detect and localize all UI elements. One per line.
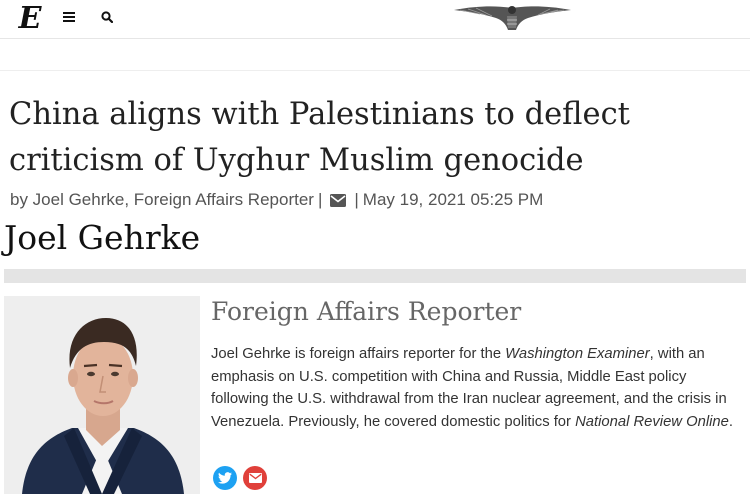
search-icon[interactable] xyxy=(101,11,113,23)
author-social-links xyxy=(213,466,267,490)
email-icon[interactable] xyxy=(330,193,347,207)
eagle-emblem-icon[interactable] xyxy=(450,2,575,34)
byline-date: May 19, 2021 05:25 PM xyxy=(362,190,544,209)
author-bio: Joel Gehrke is foreign affairs reporter … xyxy=(211,346,734,430)
publication-name: Washington Examiner xyxy=(505,346,650,362)
site-logo[interactable]: E xyxy=(17,1,43,36)
site-header: E xyxy=(0,0,750,39)
email-button[interactable] xyxy=(243,466,267,490)
author-photo xyxy=(4,296,200,494)
header-divider xyxy=(0,70,750,71)
publication-name: National Review Online xyxy=(575,413,729,430)
twitter-button[interactable] xyxy=(213,466,237,490)
twitter-icon xyxy=(218,472,232,484)
article-byline: by Joel Gehrke, Foreign Affairs Reporter… xyxy=(10,190,543,210)
byline-author[interactable]: by Joel Gehrke, Foreign Affairs Reporter xyxy=(10,190,314,210)
author-role-title: Foreign Affairs Reporter xyxy=(211,297,522,326)
section-divider-bar xyxy=(4,269,746,283)
envelope-icon xyxy=(248,473,262,483)
byline-separator: | xyxy=(354,190,359,209)
byline-separator: | xyxy=(317,190,323,209)
article-headline: China aligns with Palestinians to deflec… xyxy=(9,97,630,178)
author-name: Joel Gehrke xyxy=(4,218,201,257)
hamburger-menu-icon[interactable] xyxy=(63,12,75,24)
